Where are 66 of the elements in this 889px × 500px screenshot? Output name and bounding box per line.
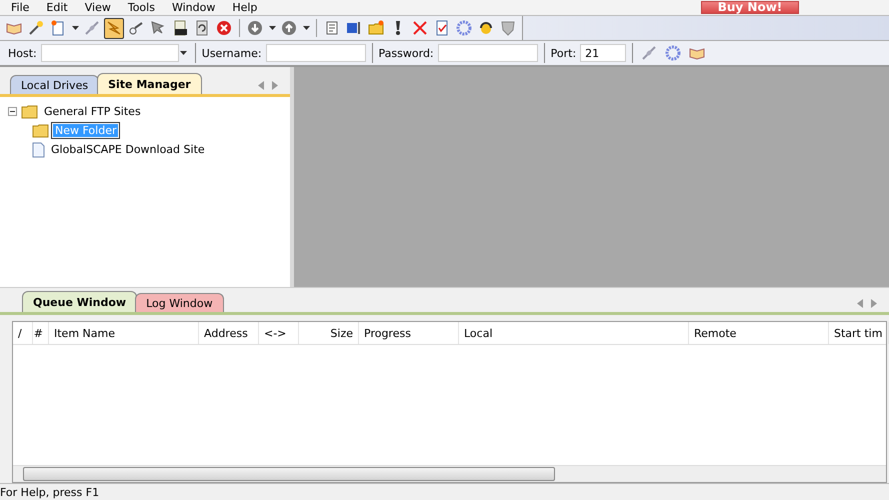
disconnect-icon (128, 20, 144, 36)
host-field[interactable] (40, 44, 179, 62)
column-header[interactable]: Local (459, 322, 689, 344)
scroll-right-icon[interactable] (272, 81, 278, 90)
folder-icon (32, 124, 49, 138)
tree-item[interactable]: General FTP Sites (42, 105, 143, 118)
gear-icon (456, 20, 472, 36)
gear-icon (665, 45, 682, 61)
tab[interactable]: Local Drives (10, 75, 100, 94)
cancel-icon (216, 20, 232, 36)
column-header[interactable]: Progress (359, 322, 459, 344)
column-header[interactable]: / (13, 322, 33, 344)
menu-item[interactable]: Window (160, 1, 222, 14)
column-header[interactable]: <-> (259, 322, 299, 344)
column-header[interactable]: Item Name (49, 322, 199, 344)
lightning-icon (106, 20, 122, 36)
column-header[interactable]: Address (199, 322, 259, 344)
plug-icon (641, 45, 658, 61)
menu-item[interactable]: Tools (116, 1, 161, 14)
tab[interactable]: Queue Window (22, 291, 138, 312)
column-header[interactable]: # (33, 322, 49, 344)
column-header[interactable]: Start tim (829, 322, 889, 344)
scroll-left-icon[interactable] (857, 299, 863, 308)
caret-icon (180, 51, 188, 55)
status-text: For Help, press F1 (0, 486, 100, 498)
upload-icon (281, 20, 297, 36)
password-label: Password: (378, 46, 434, 60)
caret-icon (72, 26, 78, 30)
cursor-arrow-icon (150, 20, 166, 36)
password-field[interactable] (438, 44, 538, 62)
host-label: Host: (8, 46, 37, 60)
tab[interactable]: Site Manager (97, 73, 202, 94)
notes-icon (324, 20, 340, 36)
plug-icon (84, 20, 100, 36)
toolbar-button[interactable] (104, 18, 124, 38)
new-folder-icon (368, 20, 384, 36)
menu-item[interactable]: File (0, 1, 36, 14)
scroll-left-icon[interactable] (258, 81, 264, 90)
menu-item[interactable]: View (74, 1, 117, 14)
scroll-right-icon[interactable] (871, 299, 877, 308)
port-field[interactable]: 21 (580, 44, 626, 62)
delete-icon (412, 20, 428, 36)
collapse-icon[interactable] (8, 107, 17, 116)
wand-icon (28, 20, 44, 36)
tab[interactable]: Log Window (135, 293, 224, 312)
tree-item[interactable]: GlobalSCAPE Download Site (49, 143, 207, 156)
checklist-icon (434, 20, 450, 36)
username-field[interactable] (266, 44, 366, 62)
caret-icon (268, 26, 276, 30)
menu-item[interactable]: Help (221, 1, 264, 14)
rename-icon (346, 20, 362, 36)
folder-icon (21, 104, 38, 118)
caret-icon (302, 26, 310, 30)
column-header[interactable]: Size (299, 322, 359, 344)
column-header[interactable]: Remote (689, 322, 829, 344)
menu-item[interactable]: Edit (35, 1, 74, 14)
shield-icon (500, 20, 516, 36)
download-icon (247, 20, 263, 36)
new-file-icon (50, 20, 66, 36)
headset-icon (478, 20, 494, 36)
port-label: Port: (550, 46, 576, 60)
clipboard-icon (172, 20, 188, 36)
horizontal-scrollbar[interactable] (13, 465, 886, 482)
username-label: Username: (202, 46, 262, 60)
document-icon (32, 142, 45, 158)
refresh-icon (194, 20, 210, 36)
